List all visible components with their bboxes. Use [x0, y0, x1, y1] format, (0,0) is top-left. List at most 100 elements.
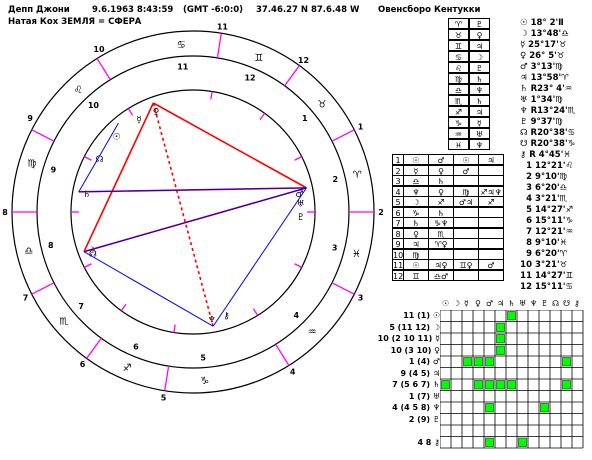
aspect-cell-highlight — [540, 403, 549, 413]
outer-house-number: 7 — [23, 293, 29, 302]
house-content-cell: ♐♃♆ — [478, 185, 504, 197]
house-cusp-row: 7 12°21'♒ — [520, 227, 573, 237]
planet-symbol: ♂ — [520, 62, 528, 72]
aspect-header-glyph: ♂ — [486, 299, 494, 308]
aspect-header-glyph: ☉ — [442, 299, 450, 308]
house-cusp-position: 12°21'♌ — [532, 161, 574, 171]
house-number: 2 — [526, 172, 532, 182]
planet-symbol: ♄ — [520, 84, 528, 94]
planet-position-row: ♇ 9°37'♍ — [520, 117, 563, 127]
planet-glyph: ☿ — [136, 115, 142, 125]
house-cusp-inner-tick — [210, 91, 213, 100]
inner-house-number: 1 — [302, 114, 308, 123]
aspect-line-blue — [83, 251, 214, 327]
planet-position: 26° 5'♉ — [526, 51, 565, 61]
ruler-cell: ♓ — [448, 139, 469, 150]
house-cusp-inner-tick — [173, 324, 176, 333]
house-content-cell: ☿ — [403, 164, 429, 176]
planet-position: R23° 4'♒ — [527, 84, 573, 94]
house-table: 1 ☉ ♂ ☉ ♃ 2 ☿ ♀ ♂ 3 ♎ ♄ 4 ♆ ♀ ♍ ♐♃♆ 5 ☽ ♐ ♂♃ ♐ 6 ♑ ♄ 7 ♄ ♑♆ 8 ♀ ♏ 9 ♃ ♈♀ 1… — [392, 154, 514, 281]
house-content-cell: ♆ — [403, 185, 429, 197]
house-content-cell — [428, 248, 454, 260]
aspect-header-glyph: ☿ — [464, 299, 469, 308]
house-content-cell: ♐ — [428, 196, 454, 207]
house-cusp-inner-tick — [127, 108, 134, 116]
planet-symbol: ♃ — [520, 73, 528, 83]
house-content-cell: ♀ — [428, 185, 454, 197]
inner-house-number: 2 — [332, 175, 338, 184]
house-content-cell: ♎ — [403, 175, 429, 186]
aspect-header-glyph: ☽ — [453, 299, 461, 308]
ruler-cell: ♑ — [448, 117, 469, 128]
planet-symbol: ♇ — [520, 117, 528, 127]
planet-position: 9°37'♍ — [527, 117, 563, 127]
house-cusp-inner-tick — [259, 112, 266, 121]
ruler-cell: ☽ — [469, 51, 490, 62]
aspect-row-label: 1 (7) ♅ — [408, 391, 440, 401]
inner-house-number: 10 — [88, 101, 100, 110]
house-content-cell — [478, 217, 504, 228]
ruler-cell: ♒ — [448, 128, 469, 139]
planet-position-row: ☉ 18° 2'Ⅱ — [520, 18, 564, 28]
zodiac-sign-glyph: ♋ — [177, 40, 186, 51]
house-cusp-inner-tick — [294, 156, 302, 161]
house-content-cell: ♄ — [428, 206, 454, 218]
house-cusp-row: 12 15°11'♋ — [520, 282, 573, 292]
ruler-cell: ♌ — [448, 62, 469, 73]
house-content-cell: ♃♀ — [428, 259, 454, 270]
house-cusp-tick — [216, 33, 222, 59]
native-name: Депп Джони — [8, 5, 70, 15]
aspect-cell-highlight — [485, 380, 494, 390]
planet-position: 1°34'♍ — [527, 95, 563, 105]
sign-rulers-table: ♈ ♇ ♉ ♀ ♊ ♃ ♋ ☽ ♌ ♇ ♍ ♄ ♎ ♆ ♏ ♄ ♐ ♃ ♑ ☿ ♒ ♅ ♓ ♆ — [448, 18, 490, 150]
aspect-cell-highlight — [496, 380, 505, 390]
house-cusp-tick — [275, 343, 290, 366]
aspect-cell-highlight — [474, 357, 483, 367]
outer-house-number: 8 — [2, 208, 8, 217]
outer-house-number: 10 — [93, 45, 105, 54]
house-cusp-inner-tick — [84, 156, 92, 161]
house-cusp-row: 3 6°20'♎ — [520, 183, 567, 193]
aspect-header-glyph: ⚷ — [574, 299, 580, 308]
house-content-cell: ♍ — [403, 248, 429, 260]
house-cusp-position: 12°21'♒ — [532, 227, 574, 237]
birth-datetime: 9.6.1963 8:43:59 — [92, 5, 174, 15]
aspect-row-label: 11 (1) ☉ — [403, 311, 440, 320]
ruler-cell: ♈ — [448, 18, 469, 29]
zodiac-sign-glyph: ♓ — [352, 249, 361, 260]
aspect-cell-highlight — [562, 357, 571, 367]
house-cusp-inner-tick — [294, 263, 302, 268]
house-number: 8 — [526, 238, 532, 248]
planet-symbol: ☉ — [520, 18, 528, 28]
outer-house-number: 6 — [80, 360, 86, 369]
outer-house-number: 4 — [290, 367, 296, 376]
house-content-cell — [453, 217, 479, 228]
aspect-line-blue — [83, 187, 307, 253]
outer-house-number: 12 — [298, 56, 309, 65]
house-content-cell: ☽ — [403, 196, 429, 207]
house-cusp-row: 10 3°21'♉ — [520, 260, 567, 270]
house-content-cell — [478, 248, 504, 260]
house-content-cell — [453, 227, 479, 239]
house-number: 6 — [526, 216, 532, 226]
planet-position-row: ☽ 13°48'♎ — [520, 29, 569, 39]
planet-position: 13°48'♎ — [527, 29, 569, 39]
inner-house-number: 7 — [78, 302, 84, 311]
house-number: 4 — [526, 194, 532, 204]
planet-position: R13°24'♏ — [527, 106, 576, 116]
coordinates: 37.46.27 N 87.6.48 W — [256, 5, 360, 15]
aspect-cell-highlight — [485, 437, 494, 447]
house-content-cell: ♃ — [403, 238, 429, 249]
ruler-cell: ♅ — [469, 128, 490, 139]
ruler-cell: ♏ — [448, 95, 469, 106]
aspect-row-label: 5 (11 12) ☽ — [389, 322, 440, 332]
house-cusp-row: 8 9°10'♓ — [520, 238, 567, 248]
planet-position-row: ☿ 25°17'♉ — [520, 40, 566, 50]
house-number: 11 — [520, 271, 532, 281]
aspect-line-red-dashed — [152, 102, 214, 327]
ruler-cell: ♆ — [469, 139, 490, 150]
planet-symbol: ♆ — [520, 106, 528, 116]
zodiac-sign-glyph: ♒ — [308, 327, 317, 338]
house-content-cell — [453, 238, 479, 249]
house-cusp-inner-tick — [120, 303, 127, 312]
